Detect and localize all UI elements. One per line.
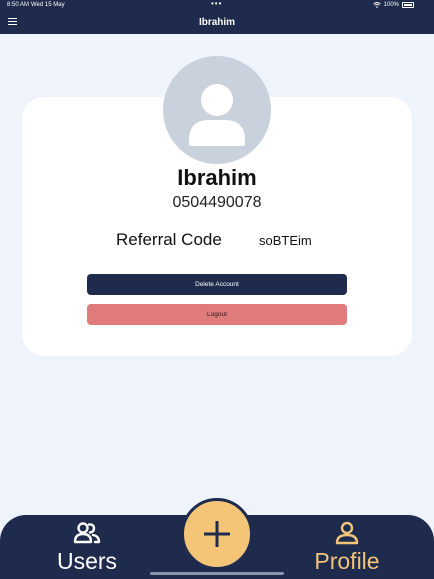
nav-label-profile: Profile [314,548,380,574]
nav-label-users: Users [56,548,118,574]
battery-icon [402,2,414,8]
multitasking-dots-icon[interactable]: ••• [211,0,222,8]
nav-item-profile[interactable]: Profile [287,515,407,579]
referral-code-value: soBTEim [259,233,312,248]
plus-icon [204,521,230,547]
home-indicator[interactable] [150,572,284,575]
logout-button[interactable]: Logout [87,304,347,325]
battery-percent: 100% [383,2,399,8]
profile-phone: 0504490078 [172,194,262,211]
delete-account-button[interactable]: Delete Account [87,274,347,295]
page-title: Ibrahim [198,17,236,28]
nav-item-users[interactable]: Users [27,515,147,579]
status-indicators: 100% [372,2,414,8]
referral-code-label: Referral Code [116,230,222,249]
add-button[interactable] [181,498,253,570]
profile-name: Ibrahim [177,165,257,190]
wifi-icon [372,2,381,8]
status-time: 8:50 AM [7,2,30,8]
users-icon [73,522,101,544]
user-avatar-icon [163,56,271,164]
status-date: Wed 15 May [31,2,65,8]
profile-icon [335,521,359,545]
top-bar: 8:50 AM Wed 15 May ••• 100% Ibrahim [0,0,434,34]
